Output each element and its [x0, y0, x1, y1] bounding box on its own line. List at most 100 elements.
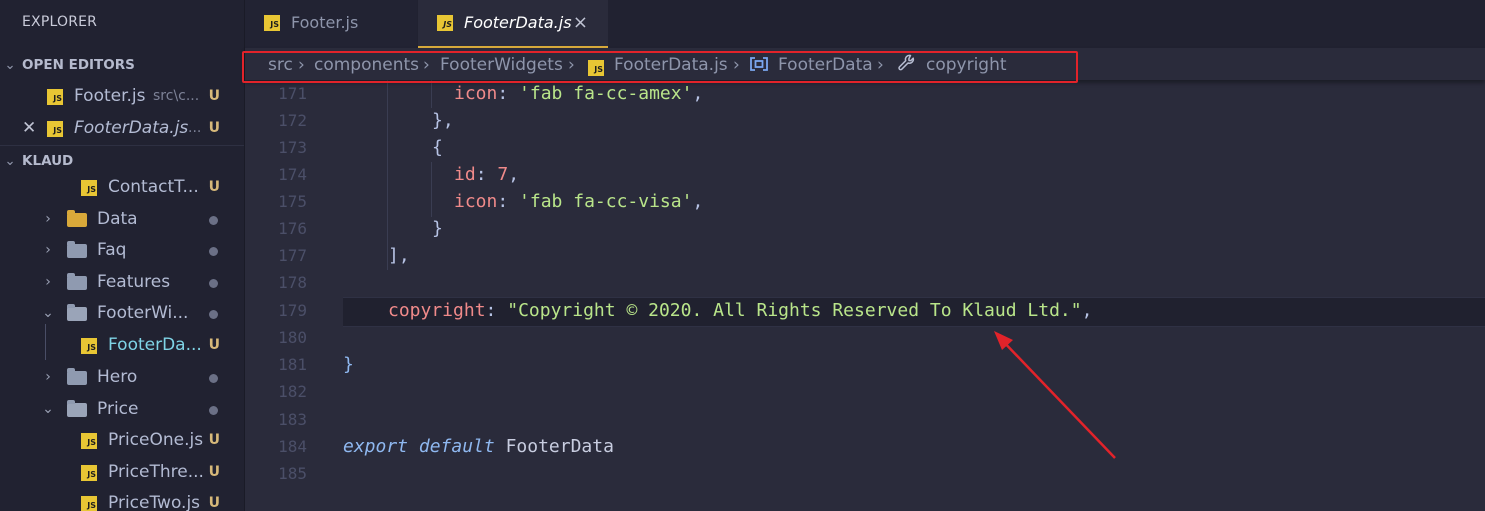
js-file-icon: JS — [81, 180, 97, 196]
modified-dot — [209, 406, 218, 415]
untracked-badge: U — [208, 88, 220, 104]
open-editor-footer-js[interactable]: JS Footer.js src\c... U — [0, 81, 244, 111]
untracked-badge: U — [208, 337, 220, 353]
tree-item-label: Faq — [97, 240, 127, 260]
code-line-172: }, — [432, 110, 454, 131]
tab-label: FooterData.js — [464, 13, 572, 32]
folder-icon — [67, 368, 87, 385]
modified-dot — [209, 310, 218, 319]
explorer-title: EXPLORER — [22, 14, 98, 30]
editor-tab-bar: JS Footer.js JS FooterData.js × — [245, 0, 1485, 48]
folder-icon — [67, 241, 87, 258]
open-editor-path: ... — [188, 120, 202, 136]
code-string: 'fab fa-cc-amex' — [519, 83, 693, 104]
line-number: 184 — [278, 437, 307, 456]
tree-item-label: Hero — [97, 367, 138, 387]
tree-folder-footerwidgets[interactable]: ⌄ FooterWi... — [0, 298, 244, 328]
code-editor[interactable]: 171 172 173 174 175 176 177 178 179 180 … — [245, 80, 1485, 511]
tree-item-priceone[interactable]: JS PriceOne.js U — [0, 425, 244, 455]
close-icon[interactable]: × — [573, 0, 588, 46]
tree-folder-hero[interactable]: › Hero — [0, 362, 244, 392]
line-number: 174 — [278, 165, 307, 184]
tree-item-label: FooterWi... — [97, 303, 189, 323]
open-editor-name: Footer.js — [74, 86, 146, 106]
tree-folder-price[interactable]: ⌄ Price — [0, 394, 244, 424]
tree-item-footerdata[interactable]: JS FooterDa... U — [0, 330, 244, 360]
tree-folder-faq[interactable]: › Faq — [0, 235, 244, 265]
tree-item-label: FooterDa... — [108, 335, 202, 355]
indent-guide — [431, 162, 432, 217]
code-keyword: default — [418, 436, 495, 457]
line-number: 179 — [278, 301, 307, 320]
tab-footer-js[interactable]: JS Footer.js — [245, 0, 417, 48]
line-number: 172 — [278, 111, 307, 130]
js-file-icon: JS — [47, 89, 63, 105]
code-line-174: id: 7, — [454, 161, 519, 188]
tree-item-label: Features — [97, 272, 171, 292]
chevron-right-icon: › — [45, 211, 51, 227]
tree-item-label: Price — [97, 399, 139, 419]
code-string: "Copyright © 2020. All Rights Reserved T… — [507, 300, 1082, 321]
code-punctuation: : — [497, 191, 520, 212]
js-file-icon: JS — [264, 15, 280, 31]
modified-dot — [209, 247, 218, 256]
line-number: 178 — [278, 273, 307, 292]
annotation-arrow — [994, 331, 1116, 459]
code-punctuation: , — [692, 191, 704, 212]
line-number: 182 — [278, 382, 307, 401]
chevron-right-icon: › — [45, 242, 51, 258]
untracked-badge: U — [208, 464, 220, 480]
code-identifier: FooterData — [505, 436, 614, 457]
tree-item-pricethree[interactable]: JS PriceThre... U — [0, 457, 244, 487]
code-line-173: { — [432, 137, 443, 158]
tree-folder-data[interactable]: › Data — [0, 204, 244, 234]
tree-item-label: PriceOne.js — [108, 430, 204, 450]
js-file-icon: JS — [437, 15, 453, 31]
code-punctuation: , — [508, 164, 520, 185]
modified-dot — [209, 216, 218, 225]
open-editor-path: src\c... — [153, 88, 200, 104]
code-line-176: } — [432, 218, 443, 239]
chevron-down-icon: ⌄ — [4, 57, 16, 73]
js-file-icon: JS — [47, 121, 63, 137]
open-editors-label: OPEN EDITORS — [22, 57, 135, 73]
tab-footerdata-js[interactable]: JS FooterData.js × — [418, 0, 608, 48]
tab-label: Footer.js — [291, 13, 359, 32]
tree-item-contact[interactable]: JS ContactT... U — [0, 172, 244, 202]
chevron-right-icon: › — [45, 274, 51, 290]
code-property: copyright — [388, 300, 486, 321]
code-line-177: ], — [388, 245, 410, 266]
close-icon[interactable]: ✕ — [22, 113, 36, 143]
code-line-175: icon: 'fab fa-cc-visa', — [454, 188, 703, 215]
tree-item-label: PriceThre... — [108, 462, 204, 482]
line-number: 175 — [278, 192, 307, 211]
open-editors-header[interactable]: ⌄ OPEN EDITORS — [0, 50, 244, 80]
code-punctuation: , — [692, 83, 704, 104]
js-file-icon: JS — [81, 496, 97, 511]
js-file-icon: JS — [81, 338, 97, 354]
untracked-badge: U — [208, 120, 220, 136]
tree-folder-features[interactable]: › Features — [0, 267, 244, 297]
code-line-171: icon: 'fab fa-cc-amex', — [454, 80, 703, 107]
code-keyword: export — [343, 436, 409, 457]
code-line-179: copyright: "Copyright © 2020. All Rights… — [388, 297, 1092, 324]
code-punctuation: : — [475, 164, 498, 185]
line-number: 176 — [278, 219, 307, 238]
code-punctuation: , — [1081, 300, 1093, 321]
line-number: 185 — [278, 464, 307, 483]
chevron-down-icon: ⌄ — [42, 305, 54, 321]
modified-dot — [209, 374, 218, 383]
tree-item-label: ContactT... — [108, 177, 199, 197]
untracked-badge: U — [208, 179, 220, 195]
chevron-down-icon: ⌄ — [42, 401, 54, 417]
open-editor-name: FooterData.js — [74, 118, 189, 138]
code-line-181: } — [343, 354, 354, 375]
code-punctuation: : — [497, 83, 520, 104]
code-property: icon — [454, 191, 498, 212]
tree-item-pricetwo[interactable]: JS PriceTwo.js U — [0, 488, 244, 511]
untracked-badge: U — [208, 495, 220, 511]
line-number: 183 — [278, 410, 307, 429]
folder-open-icon — [67, 400, 87, 417]
open-editor-footerdata-js[interactable]: ✕ JS FooterData.js ... U — [0, 113, 244, 143]
js-file-icon: JS — [81, 465, 97, 481]
